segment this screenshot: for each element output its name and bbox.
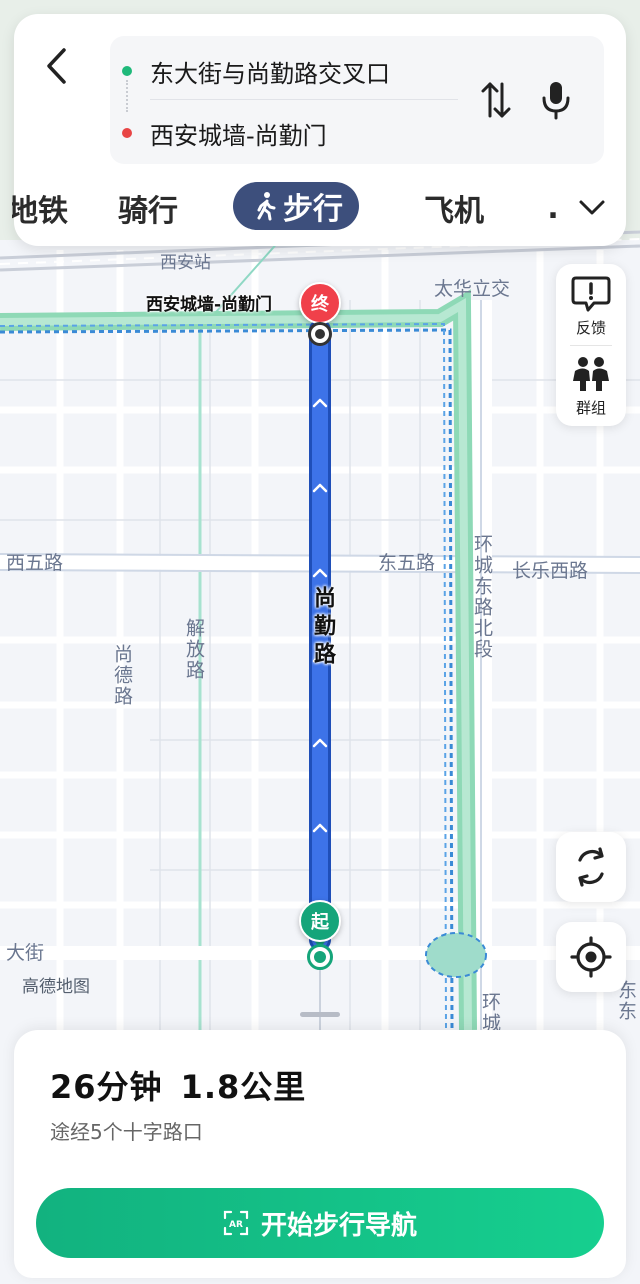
map-label-dongwu: 东五路 [378, 552, 436, 574]
map-label-dajie: 大街 [6, 942, 45, 964]
tab-bike-label: 骑行 [118, 194, 178, 229]
travel-mode-tabs: 地铁 骑行 步行 飞机 … [12, 180, 626, 236]
map-watermark: 高德地图 [22, 977, 90, 997]
chevron-left-icon [47, 48, 66, 84]
end-marker[interactable]: 终 [299, 282, 341, 324]
map-label-station: 西安站 [160, 253, 211, 273]
swap-endpoints-button[interactable] [476, 76, 516, 124]
route-via-info: 途经5个十字路口 [50, 1120, 203, 1144]
map-label-jiefang: 解放路 [183, 618, 205, 681]
tab-walk[interactable]: 步行 [233, 182, 359, 230]
tab-subway-label: 地铁 [12, 194, 68, 229]
map-side-toolbar: 反馈 群组 [556, 264, 626, 426]
route-summary: 26分钟 1.8公里 [50, 1062, 306, 1108]
svg-text:AR: AR [229, 1220, 243, 1230]
tab-plane[interactable]: 飞机 [424, 180, 484, 236]
ar-icon: AR [223, 1210, 249, 1236]
route-endpoints-box: 东大街与尚勤路交叉口 西安城墙-尚勤门 [110, 36, 604, 164]
tab-more-label: … [548, 191, 558, 226]
refresh-route-button[interactable] [556, 832, 626, 902]
route-distance: 1.8公里 [180, 1068, 307, 1106]
start-location-text: 东大街与尚勤路交叉口 [150, 59, 390, 88]
start-walking-navigation-button[interactable]: AR 开始步行导航 [36, 1188, 604, 1258]
start-nav-label: 开始步行导航 [260, 1210, 417, 1241]
end-location-field[interactable]: 西安城墙-尚勤门 [122, 108, 327, 158]
route-divider [150, 99, 458, 100]
group-label: 群组 [575, 398, 606, 417]
start-dot-icon [122, 66, 132, 76]
microphone-icon [542, 82, 570, 120]
end-dot-icon [122, 128, 132, 138]
route-planner-card: 东大街与尚勤路交叉口 西安城墙-尚勤门 地铁 骑行 步行 飞机 [12, 14, 626, 246]
map-label-xiwu: 西五路 [6, 552, 64, 574]
feedback-label: 反馈 [575, 318, 606, 337]
tab-bike[interactable]: 骑行 [118, 180, 178, 236]
voice-input-button[interactable] [534, 76, 578, 124]
chevron-down-icon [579, 200, 605, 215]
route-road-label: 尚勤路 [310, 586, 335, 670]
map-label-taihua: 太华立交 [434, 278, 511, 300]
feedback-bubble-icon [571, 276, 611, 311]
crosshair-locate-icon [570, 936, 612, 978]
tab-plane-label: 飞机 [424, 194, 484, 229]
map-label-changle: 长乐西路 [512, 560, 589, 582]
back-button[interactable] [38, 46, 74, 86]
locate-me-button[interactable] [556, 922, 626, 992]
refresh-icon [578, 847, 604, 887]
tab-subway[interactable]: 地铁 [12, 180, 68, 236]
group-button[interactable]: 群组 [556, 346, 626, 426]
route-summary-sheet: 26分钟 1.8公里 途经5个十字路口 AR 开始步行导航 [14, 1030, 626, 1278]
map-label-huancheng-north: 环城东路北段 [471, 534, 493, 660]
group-people-icon [573, 356, 609, 391]
end-location-text: 西安城墙-尚勤门 [150, 121, 327, 150]
start-point-dot [307, 944, 333, 970]
feedback-button[interactable]: 反馈 [556, 266, 626, 346]
start-location-field[interactable]: 东大街与尚勤路交叉口 [122, 46, 390, 96]
sheet-drag-handle[interactable] [300, 1012, 340, 1017]
pedestrian-icon [255, 191, 277, 221]
end-point-dot [308, 322, 332, 346]
start-marker[interactable]: 起 [299, 900, 341, 942]
map-label-huancheng: 环城 [479, 992, 501, 1034]
expand-modes-button[interactable] [574, 190, 610, 226]
map-label-shangde: 尚德路 [111, 644, 133, 707]
tab-walk-label: 步行 [283, 192, 343, 227]
tab-more-partial[interactable]: … [548, 180, 558, 236]
route-duration: 26分钟 [50, 1068, 163, 1106]
swap-arrows-icon [481, 82, 511, 118]
destination-map-label: 西安城墙-尚勤门 [146, 295, 273, 315]
